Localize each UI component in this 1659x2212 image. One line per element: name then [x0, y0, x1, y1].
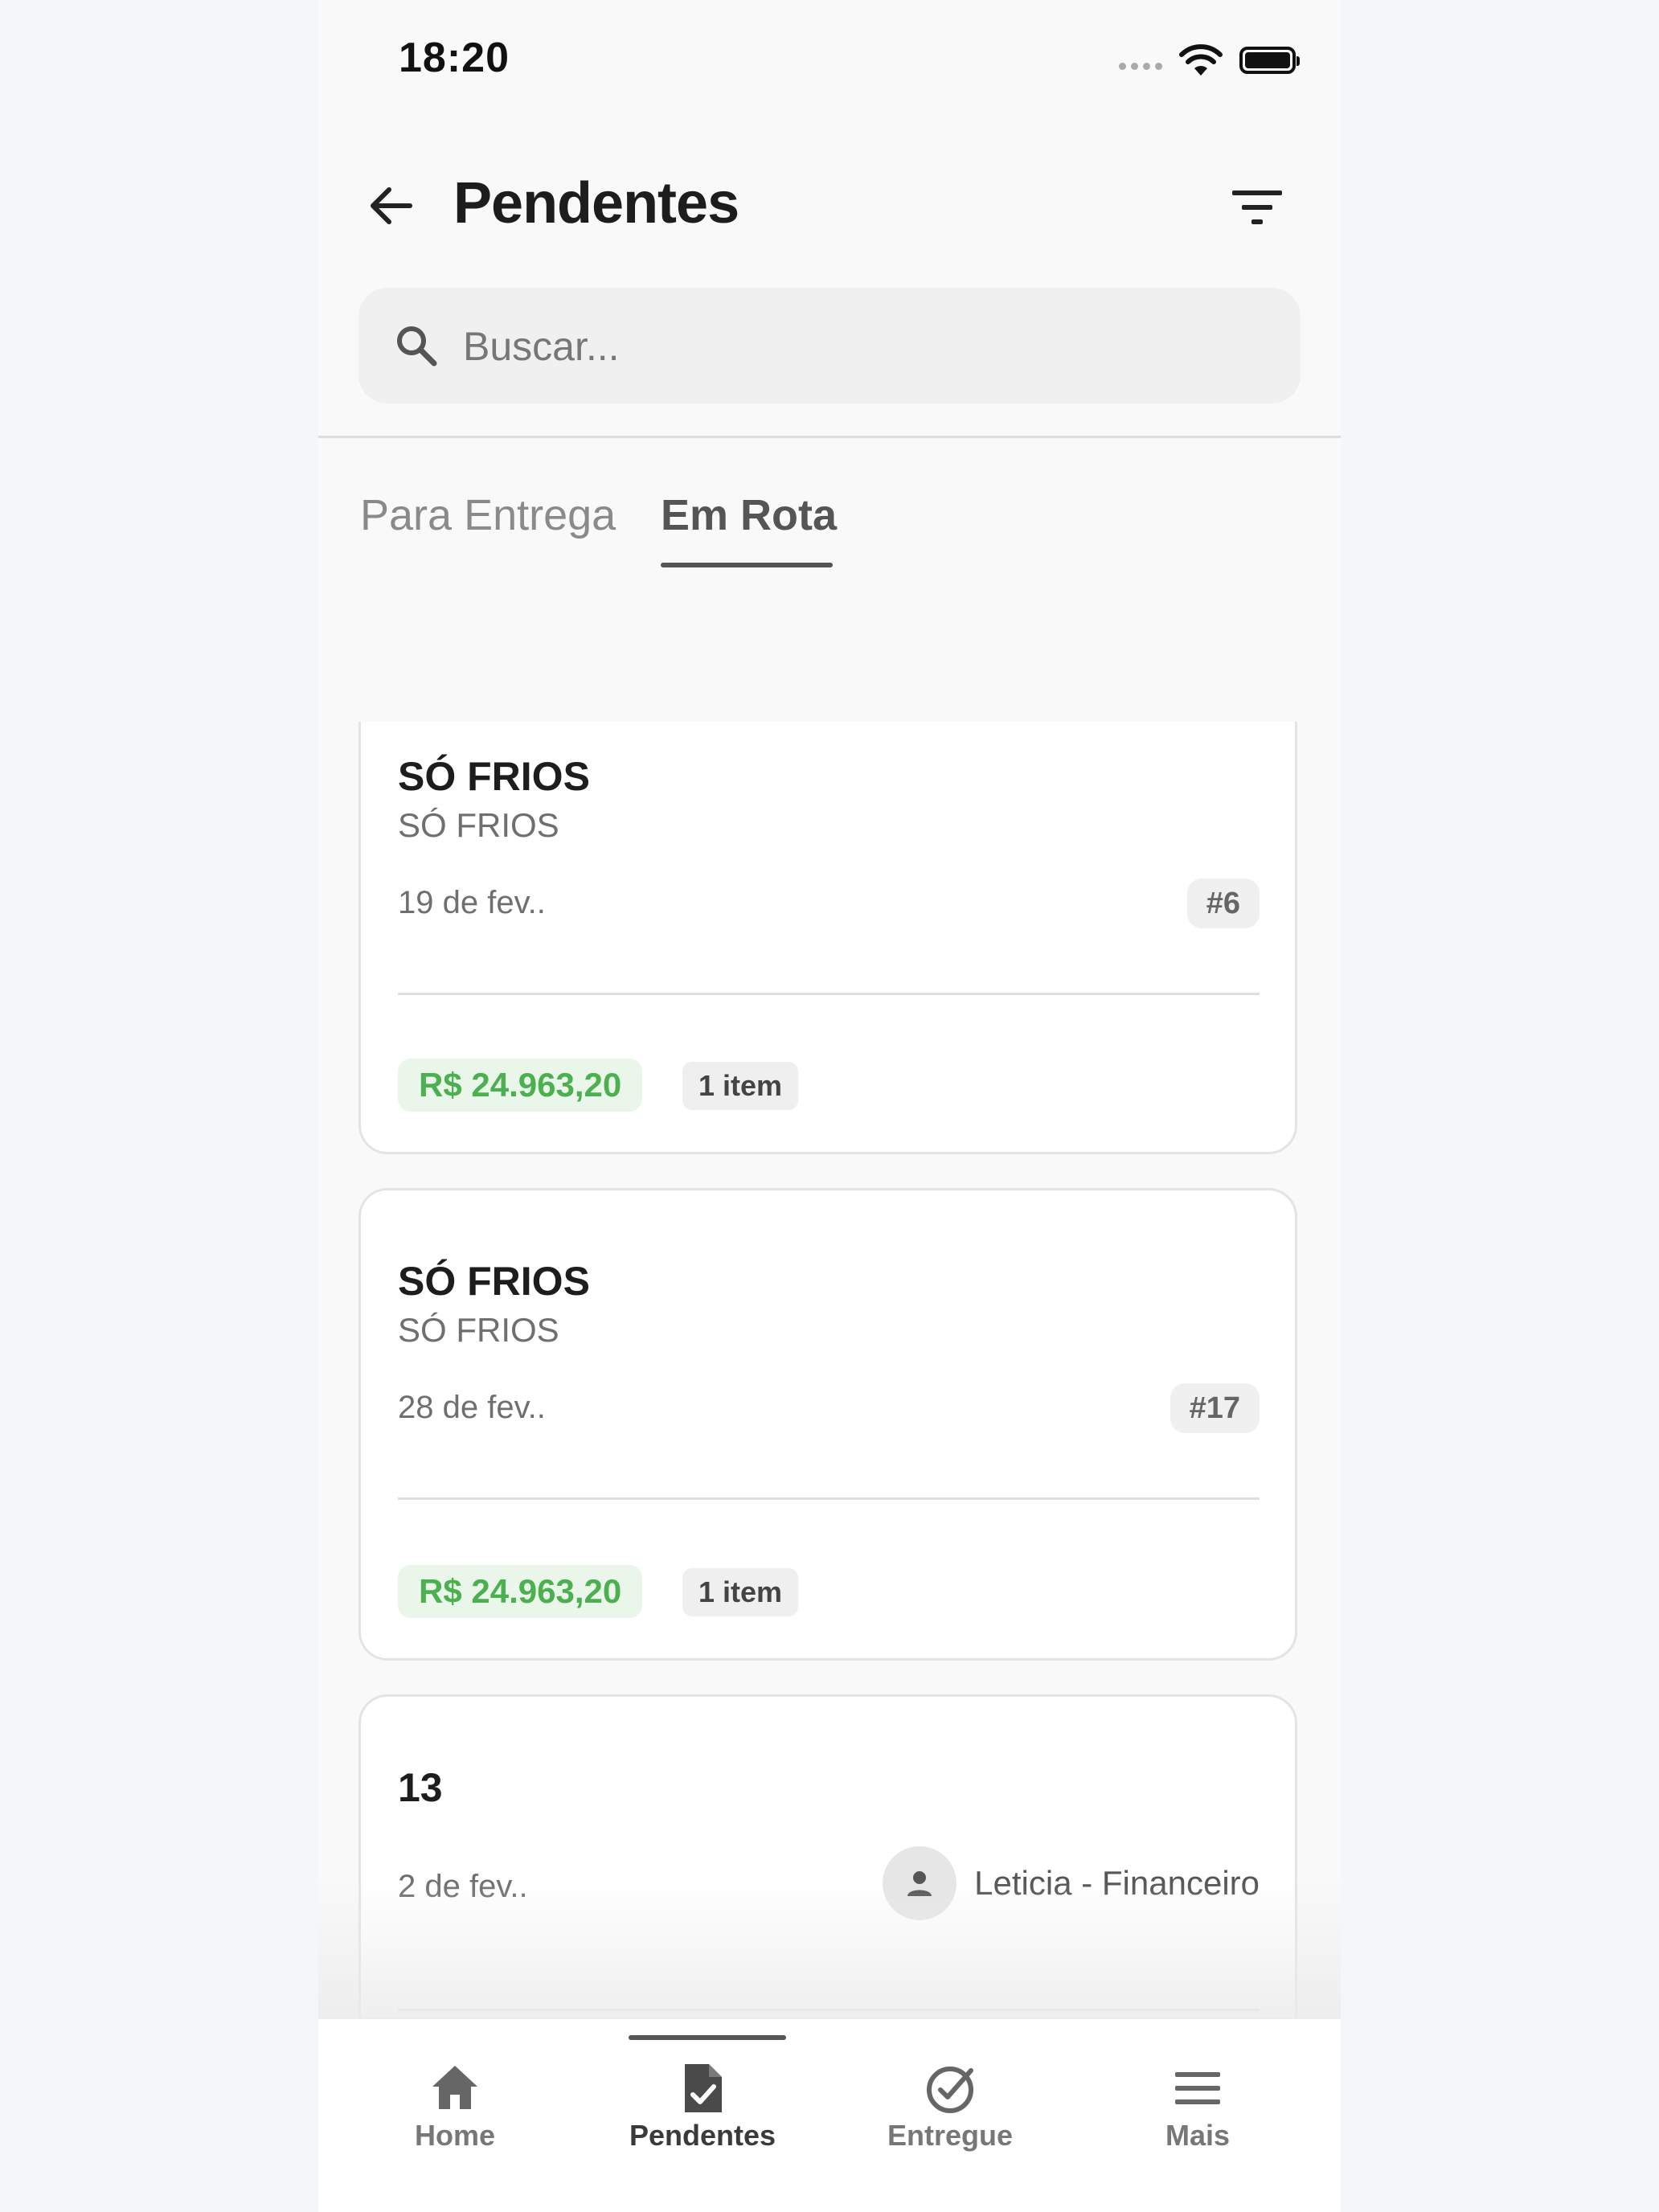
- status-icons: [1119, 43, 1300, 77]
- search-box[interactable]: [358, 288, 1301, 403]
- check-circle-icon: [927, 2067, 973, 2113]
- customer-name: SÓ FRIOS: [398, 1259, 590, 1304]
- nav-pendentes[interactable]: Pendentes: [579, 2019, 826, 2212]
- order-title: 13: [398, 1765, 443, 1810]
- assignee-name: Leticia - Financeiro: [974, 1864, 1260, 1902]
- card-divider: [398, 2009, 1260, 2011]
- items-count-chip: 1 item: [682, 1568, 799, 1616]
- filter-icon: [1232, 190, 1282, 224]
- filter-button[interactable]: [1227, 177, 1288, 238]
- order-number-badge: #17: [1169, 1383, 1260, 1433]
- avatar: [883, 1846, 957, 1920]
- card-divider: [398, 993, 1260, 995]
- wifi-icon: [1179, 44, 1223, 76]
- active-tab-indicator: [661, 563, 833, 567]
- battery-icon: [1239, 47, 1300, 74]
- customer-name: SÓ FRIOS: [398, 754, 590, 799]
- price-chip: R$ 24.963,20: [398, 1059, 643, 1112]
- menu-icon: [1175, 2072, 1220, 2104]
- bottom-navigation: Home Pendentes Entregue Mais: [318, 2017, 1341, 2212]
- person-icon: [907, 1871, 932, 1896]
- nav-pendentes-label: Pendentes: [629, 2119, 776, 2152]
- order-list[interactable]: SÓ FRIOS SÓ FRIOS 19 de fev.. #6 R$ 24.9…: [318, 722, 1341, 2017]
- nav-home[interactable]: Home: [331, 2019, 579, 2212]
- nav-entregue-label: Entregue: [887, 2119, 1014, 2152]
- page-title: Pendentes: [453, 171, 739, 236]
- nav-mais-label: Mais: [1165, 2119, 1231, 2152]
- back-button[interactable]: [362, 177, 420, 235]
- nav-mais[interactable]: Mais: [1074, 2019, 1321, 2212]
- items-count-chip: 1 item: [682, 1062, 799, 1110]
- nav-home-label: Home: [414, 2119, 496, 2152]
- tab-em-rota[interactable]: Em Rota: [661, 490, 837, 540]
- header-divider: [318, 436, 1341, 438]
- card-divider: [398, 1497, 1260, 1500]
- customer-subtitle: SÓ FRIOS: [398, 806, 559, 844]
- search-input[interactable]: [461, 312, 1268, 381]
- arrow-left-icon: [371, 187, 412, 224]
- home-icon: [432, 2066, 477, 2109]
- order-card[interactable]: 13 2 de fev.. Leticia - Financeiro: [358, 1694, 1297, 2017]
- app-screen: 18:20 Pendentes Para Entreg: [318, 0, 1341, 2212]
- customer-subtitle: SÓ FRIOS: [398, 1311, 559, 1349]
- document-check-icon: [685, 2064, 722, 2112]
- assignee: Leticia - Financeiro: [883, 1846, 1260, 1920]
- price-chip: R$ 24.963,20: [398, 1565, 643, 1618]
- search-icon: [397, 326, 437, 367]
- order-card[interactable]: SÓ FRIOS SÓ FRIOS 28 de fev.. #17 R$ 24.…: [358, 1188, 1297, 1661]
- tab-para-entrega[interactable]: Para Entrega: [360, 490, 616, 540]
- nav-entregue[interactable]: Entregue: [826, 2019, 1074, 2212]
- active-nav-indicator: [629, 2035, 786, 2040]
- cellular-signal-icon: [1119, 62, 1162, 70]
- status-time: 18:20: [399, 35, 510, 81]
- order-date: 2 de fev..: [398, 1869, 528, 1904]
- order-date: 19 de fev..: [398, 885, 546, 920]
- order-date: 28 de fev..: [398, 1390, 546, 1425]
- order-card[interactable]: SÓ FRIOS SÓ FRIOS 19 de fev.. #6 R$ 24.9…: [358, 722, 1297, 1154]
- order-number-badge: #6: [1186, 879, 1260, 928]
